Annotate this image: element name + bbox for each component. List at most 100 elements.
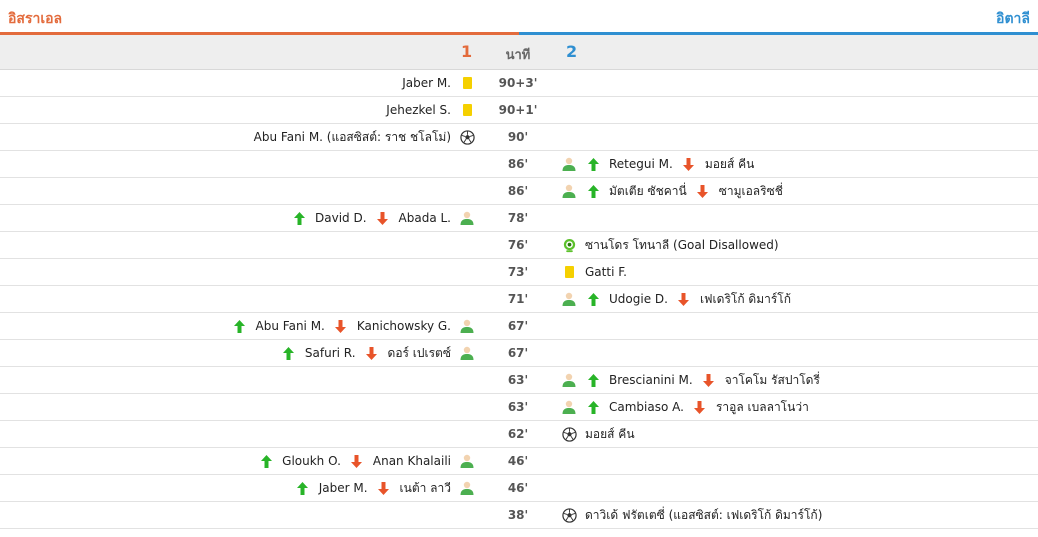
arrow-down-icon-graphic: [683, 157, 695, 171]
player-icon: [561, 372, 577, 388]
home-event: Jaber M.: [402, 70, 475, 96]
yellow-card-shape: [462, 77, 472, 89]
ball-icon-graphic: [459, 129, 475, 145]
arrow-down-icon: [376, 480, 392, 496]
player-in-name[interactable]: Brescianini M.: [609, 373, 693, 387]
arrow-down-icon-graphic: [703, 373, 715, 387]
player-out-name[interactable]: เนต้า ลาวี: [400, 479, 451, 498]
event-minute: 78': [507, 211, 529, 225]
event-minute: 62': [507, 427, 529, 441]
yellow-card-shape: [564, 266, 574, 278]
player-name[interactable]: ดาวิเด้ ฟรัตเตซี่ (แอสซิสต์: เฟเดริโก้ ด…: [585, 506, 822, 525]
player-out-name[interactable]: ซามูเอลริซชี่: [719, 182, 783, 201]
event-row: 86' Retegui M. มอยส์ คีน: [0, 151, 1038, 178]
player-in-name[interactable]: Retegui M.: [609, 157, 673, 171]
ball-icon: [561, 507, 577, 523]
player-name[interactable]: Jehezkel S.: [386, 103, 451, 117]
event-minute: 67': [507, 319, 529, 333]
arrow-down-icon-graphic: [366, 346, 378, 360]
player-out-name[interactable]: ราอูล เบลลาโนว่า: [716, 398, 809, 417]
away-team-name[interactable]: อิตาลี: [996, 8, 1030, 30]
column-header: 1 นาที 2: [0, 35, 1038, 70]
arrow-down-icon: [375, 210, 391, 226]
home-event: Safuri R. ดอร์ เปเรตซ์: [281, 340, 475, 366]
minute-column-label: นาที: [505, 48, 531, 63]
event-minute: 86': [507, 157, 529, 171]
home-event: Jehezkel S.: [386, 97, 475, 123]
arrow-up-icon-graphic: [283, 346, 295, 360]
arrow-up-icon: [585, 399, 601, 415]
player-icon: [459, 318, 475, 334]
arrow-up-icon-graphic: [260, 454, 272, 468]
player-out-name[interactable]: ดอร์ เปเรตซ์: [388, 344, 451, 363]
event-row: 90+1' Jehezkel S.: [0, 97, 1038, 124]
arrow-down-icon: [676, 291, 692, 307]
player-in-name[interactable]: Udogie D.: [609, 292, 668, 306]
player-out-name[interactable]: Anan Khalaili: [373, 454, 451, 468]
event-minute: 90+3': [498, 76, 538, 90]
arrow-up-icon-graphic: [587, 184, 599, 198]
teams-header: อิสราเอล อิตาลี: [0, 0, 1038, 35]
arrow-up-icon: [585, 291, 601, 307]
arrow-up-icon: [585, 156, 601, 172]
away-event: มัตเตีย ซัชคานี่ ซามูเอลริซชี่: [561, 178, 783, 204]
arrow-down-icon: [681, 156, 697, 172]
player-icon: [459, 345, 475, 361]
arrow-up-icon-graphic: [587, 292, 599, 306]
ball-icon: [561, 426, 577, 442]
player-in-name[interactable]: Gloukh O.: [282, 454, 341, 468]
player-in-name[interactable]: Cambiaso A.: [609, 400, 684, 414]
player-icon-graphic: [460, 454, 474, 468]
arrow-up-icon: [585, 183, 601, 199]
player-name[interactable]: มอยส์ คีน: [585, 425, 635, 444]
player-icon-graphic: [562, 184, 576, 198]
player-icon: [459, 453, 475, 469]
arrow-down-icon: [692, 399, 708, 415]
player-in-name[interactable]: Safuri R.: [305, 346, 356, 360]
player-name[interactable]: ซานโดร โทนาลี (Goal Disallowed): [585, 236, 779, 255]
player-icon: [561, 156, 577, 172]
yellow-card-icon: [459, 75, 475, 91]
arrow-down-icon-graphic: [697, 184, 709, 198]
player-in-name[interactable]: มัตเตีย ซัชคานี่: [609, 182, 687, 201]
player-name[interactable]: Gatti F.: [585, 265, 627, 279]
player-in-name[interactable]: Jaber M.: [319, 481, 368, 495]
player-name[interactable]: Abu Fani M. (แอสซิสต์: ราช ชโลโม่): [254, 128, 451, 147]
event-minute: 90': [507, 130, 529, 144]
player-out-name[interactable]: มอยส์ คีน: [705, 155, 755, 174]
player-icon-graphic: [562, 157, 576, 171]
var-icon: [561, 237, 577, 253]
player-out-name[interactable]: Kanichowsky G.: [357, 319, 451, 333]
var-icon-graphic: [563, 238, 575, 252]
player-icon: [459, 480, 475, 496]
player-icon-graphic: [460, 481, 474, 495]
away-event: ดาวิเด้ ฟรัตเตซี่ (แอสซิสต์: เฟเดริโก้ ด…: [561, 502, 822, 528]
player-out-name[interactable]: จาโคโม รัสปาโดรี่: [725, 371, 820, 390]
home-event: Gloukh O. Anan Khalaili: [258, 448, 475, 474]
event-minute: 86': [507, 184, 529, 198]
home-team-name[interactable]: อิสราเอล: [8, 8, 62, 30]
arrow-up-icon: [585, 372, 601, 388]
away-event: Gatti F.: [561, 259, 627, 285]
player-icon-graphic: [460, 211, 474, 225]
event-minute: 76': [507, 238, 529, 252]
away-column-label: 2: [566, 42, 578, 61]
player-in-name[interactable]: David D.: [315, 211, 367, 225]
player-icon-graphic: [562, 373, 576, 387]
player-out-name[interactable]: เฟเดริโก้ ดิมาร์โก้: [700, 290, 791, 309]
arrow-up-icon: [295, 480, 311, 496]
player-out-name[interactable]: Abada L.: [399, 211, 451, 225]
event-row: 90+3' Jaber M.: [0, 70, 1038, 97]
yellow-card-icon: [561, 264, 577, 280]
event-minute: 63': [507, 400, 529, 414]
arrow-down-icon-graphic: [694, 400, 706, 414]
player-name[interactable]: Jaber M.: [402, 76, 451, 90]
player-icon: [561, 291, 577, 307]
event-minute: 67': [507, 346, 529, 360]
arrow-up-icon-graphic: [587, 400, 599, 414]
player-in-name[interactable]: Abu Fani M.: [256, 319, 325, 333]
events-list: 90+3' Jaber M. 90+1' Jehezkel S. 90' Abu Fani…: [0, 70, 1038, 529]
home-event: Jaber M. เนต้า ลาวี: [295, 475, 475, 501]
event-minute: 90+1': [498, 103, 538, 117]
arrow-down-icon-graphic: [351, 454, 363, 468]
